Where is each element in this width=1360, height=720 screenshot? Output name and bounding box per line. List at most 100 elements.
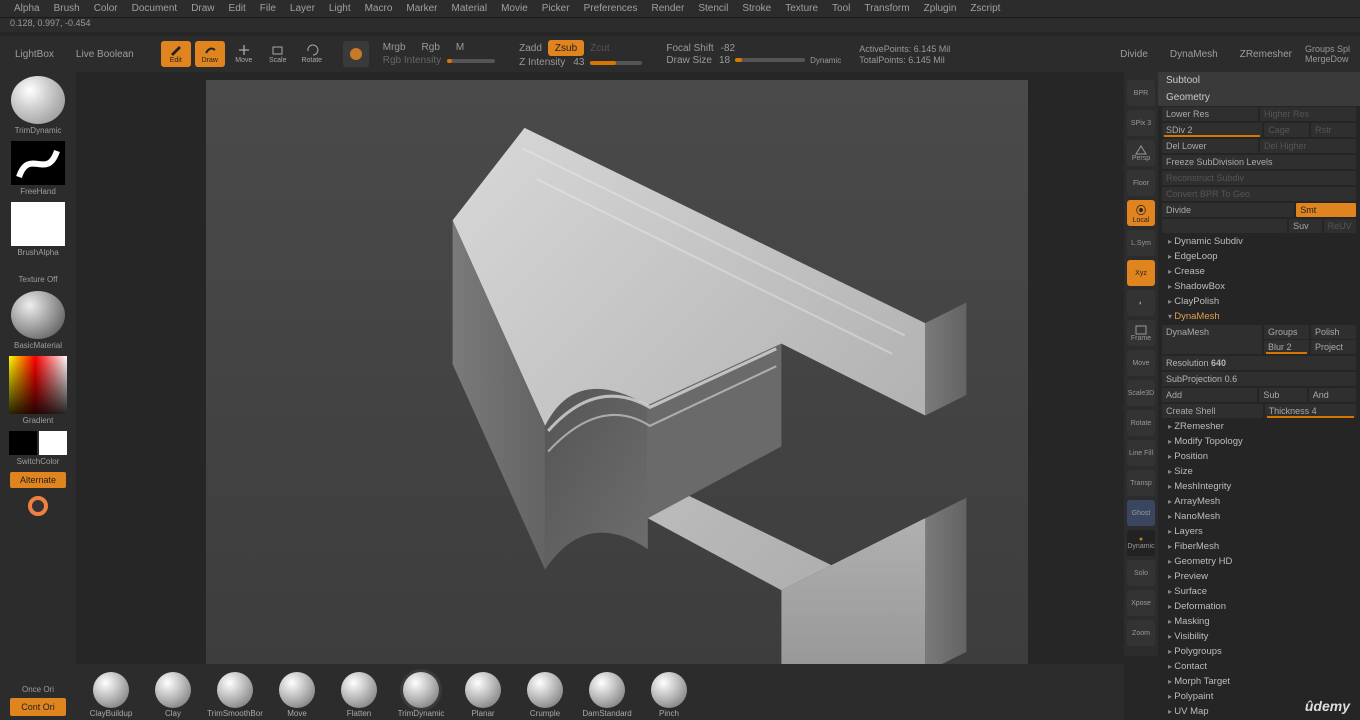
crease-item[interactable]: Crease: [1158, 264, 1360, 279]
color-swatches[interactable]: [9, 431, 67, 455]
merge-down-button[interactable]: MergeDow: [1305, 54, 1350, 64]
stroke-picker[interactable]: [11, 141, 65, 185]
convert-bpr-button[interactable]: Convert BPR To Geo: [1162, 187, 1356, 201]
visibility-item[interactable]: Visibility: [1158, 629, 1360, 644]
contact-item[interactable]: Contact: [1158, 659, 1360, 674]
brush-pinch[interactable]: Pinch: [642, 672, 696, 718]
rstr-button[interactable]: Rstr: [1311, 123, 1356, 137]
gizmo-button[interactable]: [343, 41, 369, 67]
smt-button[interactable]: Smt: [1296, 203, 1356, 217]
menu-layer[interactable]: Layer: [290, 3, 315, 14]
sdiv-slider[interactable]: SDiv 2: [1162, 123, 1262, 137]
sub-button[interactable]: Sub: [1259, 388, 1306, 402]
menu-stroke[interactable]: Stroke: [742, 3, 771, 14]
menu-texture[interactable]: Texture: [785, 3, 818, 14]
menu-alpha[interactable]: Alpha: [14, 3, 40, 14]
edit-button[interactable]: Edit: [161, 41, 191, 67]
menu-edit[interactable]: Edit: [229, 3, 246, 14]
rotate-button[interactable]: Rotate: [297, 41, 327, 67]
ghost-button[interactable]: Ghost: [1127, 500, 1155, 526]
brush-trimsmoothborder[interactable]: TrimSmoothBor: [208, 672, 262, 718]
lower-res-button[interactable]: Lower Res: [1162, 107, 1258, 121]
menu-zplugin[interactable]: Zplugin: [924, 3, 957, 14]
aa-half-button[interactable]: ◐: [1127, 290, 1155, 316]
menu-marker[interactable]: Marker: [406, 3, 437, 14]
add-button[interactable]: Add: [1162, 388, 1257, 402]
menu-zscript[interactable]: Zscript: [970, 3, 1000, 14]
morph-target-item[interactable]: Morph Target: [1158, 674, 1360, 689]
floor-button[interactable]: Floor: [1127, 170, 1155, 196]
del-higher-button[interactable]: Del Higher: [1260, 139, 1356, 153]
menu-stencil[interactable]: Stencil: [698, 3, 728, 14]
lsym-button[interactable]: L.Sym: [1127, 230, 1155, 256]
color-picker[interactable]: [9, 356, 67, 414]
nanomesh-item[interactable]: NanoMesh: [1158, 509, 1360, 524]
cont-ori-button[interactable]: Cont Ori: [10, 698, 66, 716]
reconstruct-subdiv-button[interactable]: Reconstruct Subdiv: [1162, 171, 1356, 185]
geometry-header[interactable]: Geometry: [1158, 89, 1360, 106]
create-shell-button[interactable]: Create Shell: [1162, 404, 1263, 418]
material-picker[interactable]: [11, 291, 65, 339]
zadd-toggle[interactable]: Zadd: [517, 43, 544, 54]
transp-button[interactable]: Transp: [1127, 470, 1155, 496]
reuv-button[interactable]: ReUV: [1324, 219, 1356, 233]
layers-item[interactable]: Layers: [1158, 524, 1360, 539]
claypolish-item[interactable]: ClayPolish: [1158, 294, 1360, 309]
brush-damstandard[interactable]: DamStandard: [580, 672, 634, 718]
alternate-button[interactable]: Alternate: [10, 472, 66, 488]
rgb-toggle[interactable]: Rgb: [420, 42, 442, 53]
zsub-toggle[interactable]: Zsub: [548, 40, 584, 56]
zintensity-slider[interactable]: [590, 61, 642, 65]
surface-item[interactable]: Surface: [1158, 584, 1360, 599]
dynamesh-toggle[interactable]: DynaMesh: [1162, 325, 1262, 354]
brush-move[interactable]: Move: [270, 672, 324, 718]
del-lower-button[interactable]: Del Lower: [1162, 139, 1258, 153]
deformation-item[interactable]: Deformation: [1158, 599, 1360, 614]
texture-off-button[interactable]: Texture Off: [19, 269, 58, 289]
xyz-button[interactable]: Xyz: [1127, 260, 1155, 286]
dynamic-shelf-button[interactable]: ●Dynamic: [1127, 530, 1155, 556]
zremesher-item[interactable]: ZRemesher: [1158, 419, 1360, 434]
edgeloop-item[interactable]: EdgeLoop: [1158, 249, 1360, 264]
geometryhd-item[interactable]: Geometry HD: [1158, 554, 1360, 569]
menu-picker[interactable]: Picker: [542, 3, 570, 14]
frame-button[interactable]: Frame: [1127, 320, 1155, 346]
zoom-button[interactable]: Zoom: [1127, 620, 1155, 646]
menu-color[interactable]: Color: [94, 3, 118, 14]
brush-claybuildup[interactable]: ClayBuildup: [84, 672, 138, 718]
higher-res-button[interactable]: Higher Res: [1260, 107, 1356, 121]
menu-material[interactable]: Material: [452, 3, 488, 14]
persp-button[interactable]: Persp: [1127, 140, 1155, 166]
alpha-picker[interactable]: [11, 202, 65, 246]
polish-button[interactable]: Polish: [1311, 325, 1356, 339]
preview-item[interactable]: Preview: [1158, 569, 1360, 584]
zremesher-button[interactable]: ZRemesher: [1231, 41, 1301, 67]
dynamic-subdiv-item[interactable]: Dynamic Subdiv: [1158, 234, 1360, 249]
move-button[interactable]: Move: [229, 41, 259, 67]
arraymesh-item[interactable]: ArrayMesh: [1158, 494, 1360, 509]
menu-preferences[interactable]: Preferences: [584, 3, 638, 14]
switchcolor-label[interactable]: SwitchColor: [17, 457, 60, 466]
menu-brush[interactable]: Brush: [54, 3, 80, 14]
mrgb-toggle[interactable]: Mrgb: [381, 42, 408, 53]
dynamesh-button[interactable]: DynaMesh: [1161, 41, 1227, 67]
masking-item[interactable]: Masking: [1158, 614, 1360, 629]
modify-topology-item[interactable]: Modify Topology: [1158, 434, 1360, 449]
cage-button[interactable]: Cage: [1264, 123, 1309, 137]
size-item[interactable]: Size: [1158, 464, 1360, 479]
menu-macro[interactable]: Macro: [365, 3, 393, 14]
menu-draw[interactable]: Draw: [191, 3, 214, 14]
m-toggle[interactable]: M: [454, 42, 466, 53]
liveboolean-button[interactable]: Live Boolean: [67, 41, 143, 67]
spix-button[interactable]: SPix 3: [1127, 110, 1155, 136]
brush-clay[interactable]: Clay: [146, 672, 200, 718]
menu-tool[interactable]: Tool: [832, 3, 850, 14]
viewport[interactable]: [206, 80, 1028, 710]
divide-button-panel[interactable]: Divide: [1162, 203, 1294, 217]
top-menu[interactable]: Alpha Brush Color Document Draw Edit Fil…: [0, 0, 1360, 18]
menu-movie[interactable]: Movie: [501, 3, 528, 14]
menu-document[interactable]: Document: [132, 3, 178, 14]
brush-planar[interactable]: Planar: [456, 672, 510, 718]
scale3d-button[interactable]: Scale3D: [1127, 380, 1155, 406]
bpr-button[interactable]: BPR: [1127, 80, 1155, 106]
